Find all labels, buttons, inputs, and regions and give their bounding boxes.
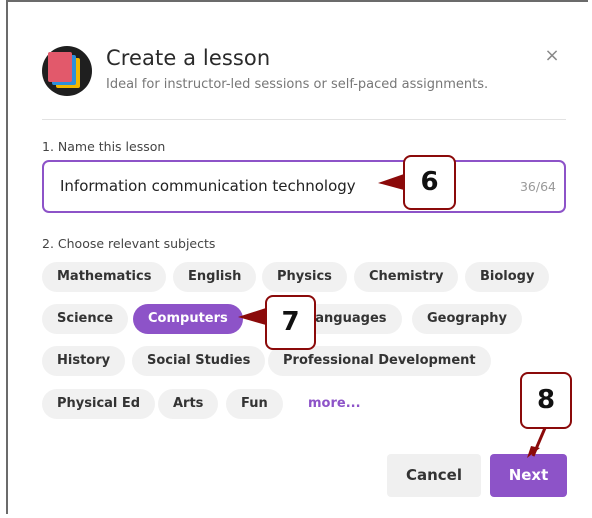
divider	[42, 119, 566, 120]
dialog-title: Create a lesson	[106, 46, 271, 70]
lesson-name-value: Information communication technology	[60, 177, 356, 195]
callout-7: 7	[265, 295, 316, 350]
character-counter: 36/64	[519, 179, 556, 194]
subject-chip-physics[interactable]: Physics	[262, 262, 347, 292]
subject-chip-chemistry[interactable]: Chemistry	[354, 262, 459, 292]
cancel-button[interactable]: Cancel	[387, 454, 481, 497]
callout-6: 6	[403, 155, 456, 210]
close-icon[interactable]: ×	[542, 46, 562, 66]
subject-chip-biology[interactable]: Biology	[465, 262, 550, 292]
dialog-subtitle: Ideal for instructor-led sessions or sel…	[106, 77, 489, 92]
subject-chip-geography[interactable]: Geography	[412, 304, 522, 334]
callout-8: 8	[520, 372, 572, 429]
subject-chip-computers[interactable]: Computers	[133, 304, 243, 334]
subject-chip-mathematics[interactable]: Mathematics	[42, 262, 167, 292]
subject-chip-arts[interactable]: Arts	[158, 389, 219, 419]
subject-chip-english[interactable]: English	[173, 262, 257, 292]
lesson-name-input[interactable]: Information communication technology 36/…	[42, 160, 566, 213]
more-subjects-link[interactable]: more...	[308, 396, 361, 411]
subject-chip-history[interactable]: History	[42, 346, 126, 376]
lesson-logo-icon	[42, 46, 92, 96]
subject-chip-science[interactable]: Science	[42, 304, 129, 334]
subject-chip-fun[interactable]: Fun	[226, 389, 283, 419]
subjects-section-label: 2. Choose relevant subjects	[42, 236, 216, 251]
subject-chip-physical-ed[interactable]: Physical Ed	[42, 389, 156, 419]
name-section-label: 1. Name this lesson	[42, 139, 166, 154]
next-button[interactable]: Next	[490, 454, 567, 497]
subject-chip-professional-development[interactable]: Professional Development	[268, 346, 491, 376]
subject-chip-social-studies[interactable]: Social Studies	[132, 346, 266, 376]
